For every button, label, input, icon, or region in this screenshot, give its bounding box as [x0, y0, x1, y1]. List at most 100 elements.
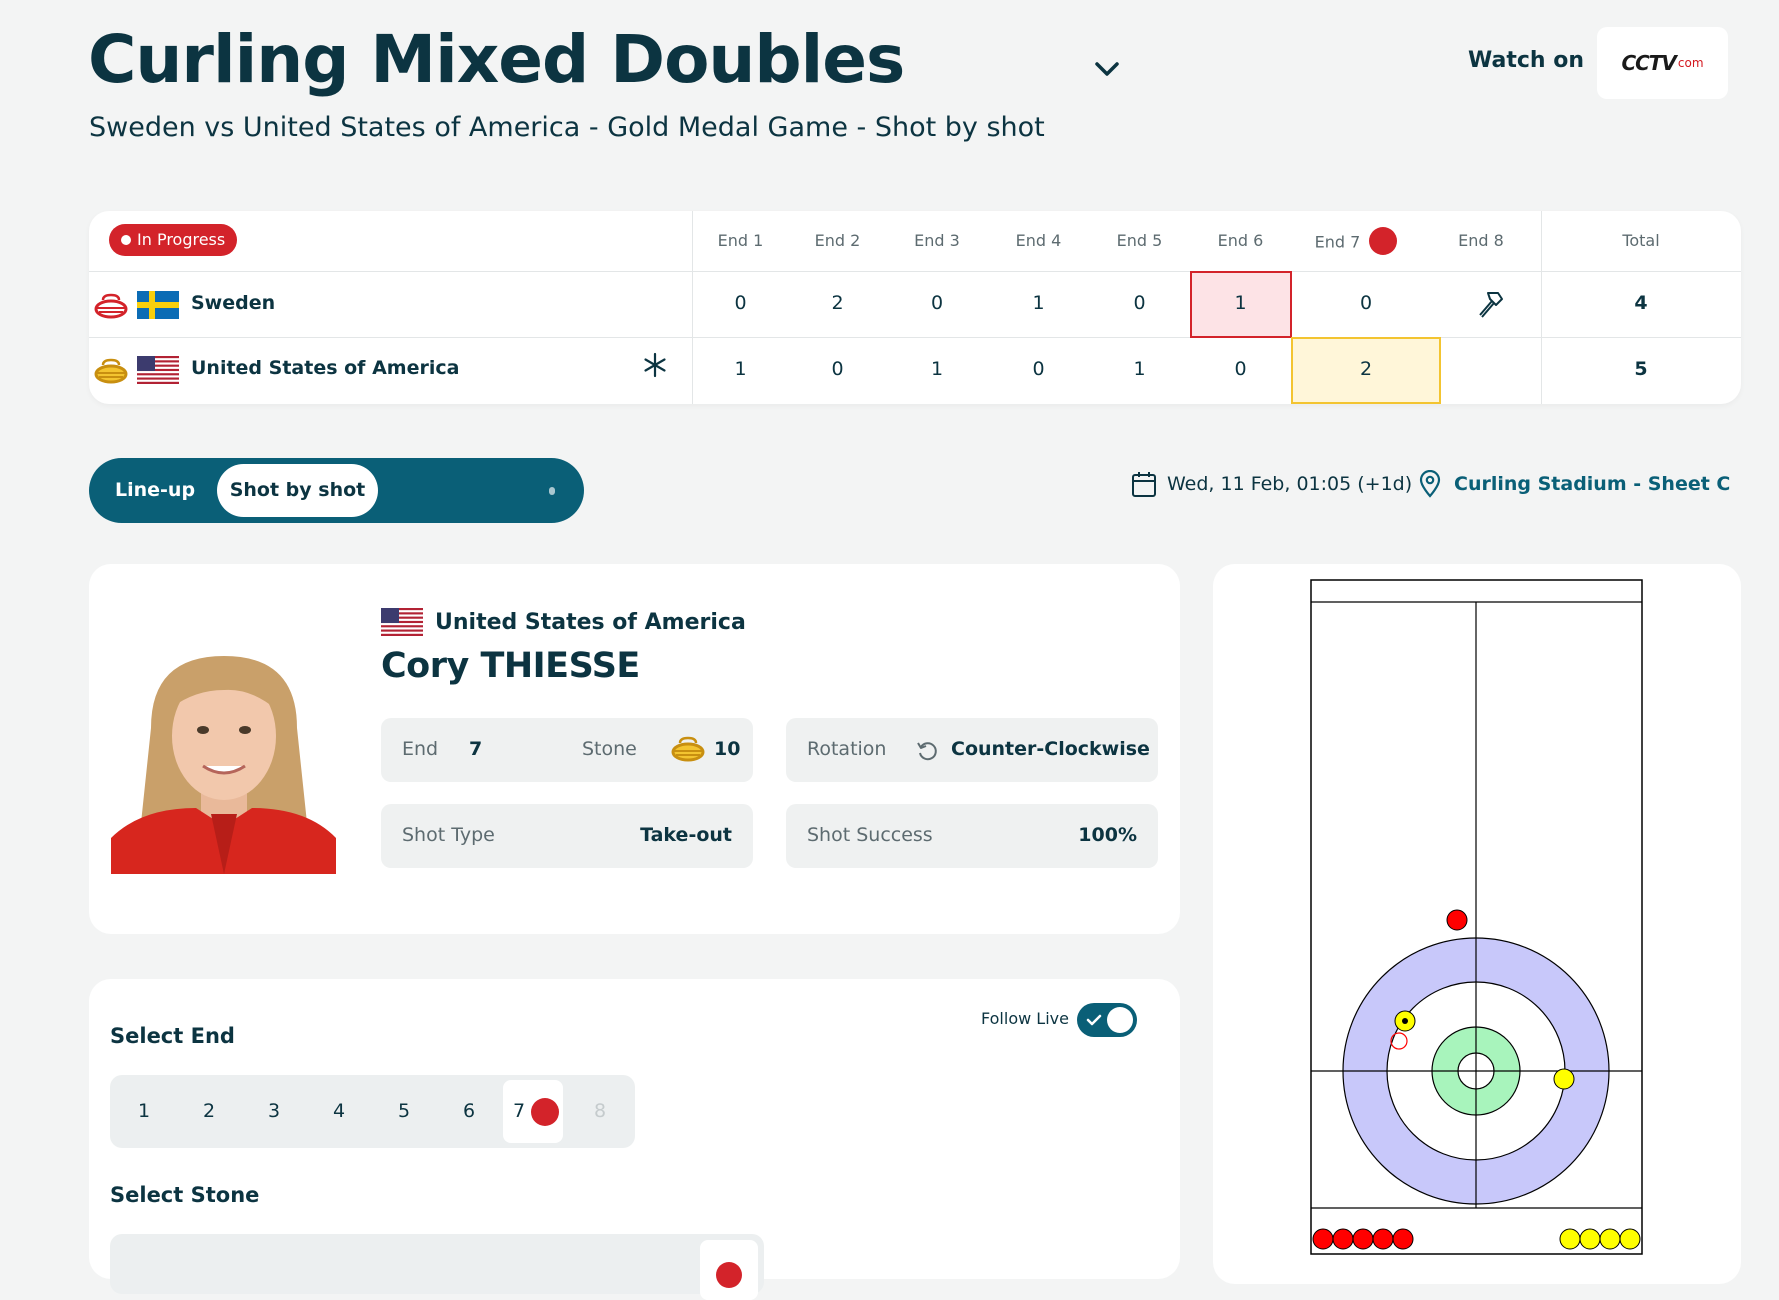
- score-cell: 0: [1359, 292, 1373, 314]
- end-option-5[interactable]: 5: [384, 1075, 424, 1148]
- player-country: United States of America: [381, 608, 746, 636]
- stat-shot-type: Shot Type Take-out: [381, 804, 753, 868]
- red-stone-icon: [716, 1262, 742, 1288]
- score-cell: 1: [734, 358, 747, 380]
- score-cell: 0: [1032, 358, 1045, 380]
- calendar-icon: [1132, 472, 1156, 497]
- current-end-stone-icon: [531, 1098, 559, 1126]
- team-name-sweden: Sweden: [191, 292, 276, 314]
- stat-rotation-value: Counter-Clockwise: [951, 738, 1150, 760]
- datetime-text: Wed, 11 Feb, 01:05 (+1d): [1167, 473, 1413, 495]
- score-cell: 1: [1133, 358, 1146, 380]
- follow-live-label: Follow Live: [981, 1009, 1069, 1028]
- red-stones-remaining: [1312, 1228, 1414, 1250]
- end-header: End 1: [717, 231, 764, 250]
- player-card: United States of America Cory THIESSE En…: [89, 564, 1180, 934]
- end-header-label: End 7: [1314, 232, 1361, 252]
- flag-usa-icon: [137, 356, 179, 384]
- stat-end-value: 7: [469, 738, 483, 760]
- end-header-current: End 7: [1291, 227, 1421, 255]
- status-text: In Progress: [137, 230, 226, 249]
- broadcaster-logo-text: CCTV: [1621, 51, 1676, 75]
- stone-selected-bg[interactable]: [700, 1240, 758, 1300]
- yellow-stone-marker: [1394, 1010, 1416, 1032]
- flag-usa-icon: [381, 608, 423, 636]
- end-selector: 1 2 3 4 5 6 7 8: [110, 1075, 635, 1148]
- score-cell: 0: [1133, 292, 1146, 314]
- selector-card: Follow Live Select End 1 2 3 4 5 6 7 8 S…: [89, 979, 1180, 1300]
- player-name: Cory THIESSE: [381, 646, 640, 686]
- stat-end-label: End: [402, 738, 439, 760]
- stat-stone-label: Stone: [582, 738, 637, 760]
- end-option-3[interactable]: 3: [254, 1075, 294, 1148]
- end-option-8: 8: [593, 1100, 607, 1122]
- red-stone-icon: [94, 293, 128, 319]
- stat-stone-value: 10: [714, 738, 741, 760]
- status-badge: In Progress: [109, 224, 238, 256]
- yellow-stone-icon: [671, 736, 705, 762]
- end-header: End 4: [1015, 231, 1062, 250]
- end-option-7[interactable]: 7: [504, 1075, 534, 1148]
- total-cell: 5: [1634, 358, 1648, 380]
- status-dot-icon: [121, 235, 131, 245]
- end-header: End 5: [1116, 231, 1163, 250]
- hammer-icon: [1479, 292, 1503, 318]
- match-datetime: Wed, 11 Feb, 01:05 (+1d): [1131, 470, 1412, 498]
- tab-lineup[interactable]: Line-up: [115, 458, 195, 523]
- stat-shot-type-value: Take-out: [640, 824, 732, 846]
- score-cell: 2: [831, 292, 844, 314]
- end-option-6[interactable]: 6: [449, 1075, 489, 1148]
- player-photo: [111, 648, 336, 874]
- yellow-stone-icon: [94, 358, 128, 384]
- counter-clockwise-icon: [917, 742, 937, 761]
- flag-sweden-icon: [137, 291, 179, 319]
- check-icon: [1086, 1014, 1102, 1026]
- divider: [89, 271, 1741, 272]
- stat-shot-type-label: Shot Type: [402, 824, 495, 846]
- scoreboard: In Progress End 1 End 2 End 3 End 4 End …: [89, 211, 1741, 404]
- total-cell: 4: [1634, 292, 1648, 314]
- tab-shot-by-shot[interactable]: Shot by shot: [217, 464, 378, 517]
- venue-text: Curling Stadium - Sheet C: [1454, 473, 1731, 495]
- score-cell: 0: [930, 292, 944, 314]
- end-option-2[interactable]: 2: [189, 1075, 229, 1148]
- curling-sheet-diagram: [1310, 579, 1643, 1255]
- select-stone-title: Select Stone: [110, 1183, 260, 1207]
- broadcaster-logo-sub: com: [1677, 56, 1704, 70]
- score-cell: 0: [734, 292, 747, 314]
- follow-live-toggle[interactable]: [1077, 1003, 1137, 1037]
- view-tabs: Line-up Shot by shot: [89, 458, 584, 523]
- tab-indicator-icon: [549, 487, 555, 495]
- stat-shot-success: Shot Success 100%: [786, 804, 1158, 868]
- page-title: Curling Mixed Doubles: [88, 21, 905, 98]
- score-cell: 1: [1234, 292, 1247, 314]
- end-header: End 6: [1217, 231, 1264, 250]
- venue-link[interactable]: Curling Stadium - Sheet C: [1418, 470, 1730, 498]
- total-header: Total: [1622, 231, 1660, 250]
- end-option-4[interactable]: 4: [319, 1075, 359, 1148]
- sheet-diagram-card: [1213, 564, 1741, 1284]
- score-cell: 2: [1359, 358, 1373, 380]
- end-option-1[interactable]: 1: [124, 1075, 164, 1148]
- watch-on-label: Watch on: [1468, 48, 1584, 73]
- team-name-usa: United States of America: [191, 357, 460, 379]
- stat-rotation-label: Rotation: [807, 738, 887, 760]
- end-header: End 2: [814, 231, 861, 250]
- current-end-stone-icon: [1369, 227, 1398, 255]
- select-end-title: Select End: [110, 1024, 235, 1048]
- broadcaster-logo[interactable]: CCTV com: [1597, 27, 1728, 99]
- chevron-down-icon[interactable]: [1093, 56, 1121, 82]
- red-stone-marker: [1446, 909, 1468, 931]
- page-subtitle: Sweden vs United States of America - Gol…: [89, 112, 1045, 143]
- score-cell: 0: [1234, 358, 1247, 380]
- toggle-knob: [1107, 1007, 1133, 1033]
- divider: [89, 337, 1741, 338]
- end-header: End 3: [914, 231, 960, 250]
- stat-rotation: Rotation Counter-Clockwise: [786, 718, 1158, 782]
- location-pin-icon: [1419, 470, 1441, 498]
- stat-shot-success-label: Shot Success: [807, 824, 933, 846]
- asterisk-icon: [644, 352, 666, 378]
- score-cell: 0: [831, 358, 844, 380]
- score-cell: 1: [1032, 292, 1045, 314]
- player-country-name: United States of America: [435, 609, 746, 635]
